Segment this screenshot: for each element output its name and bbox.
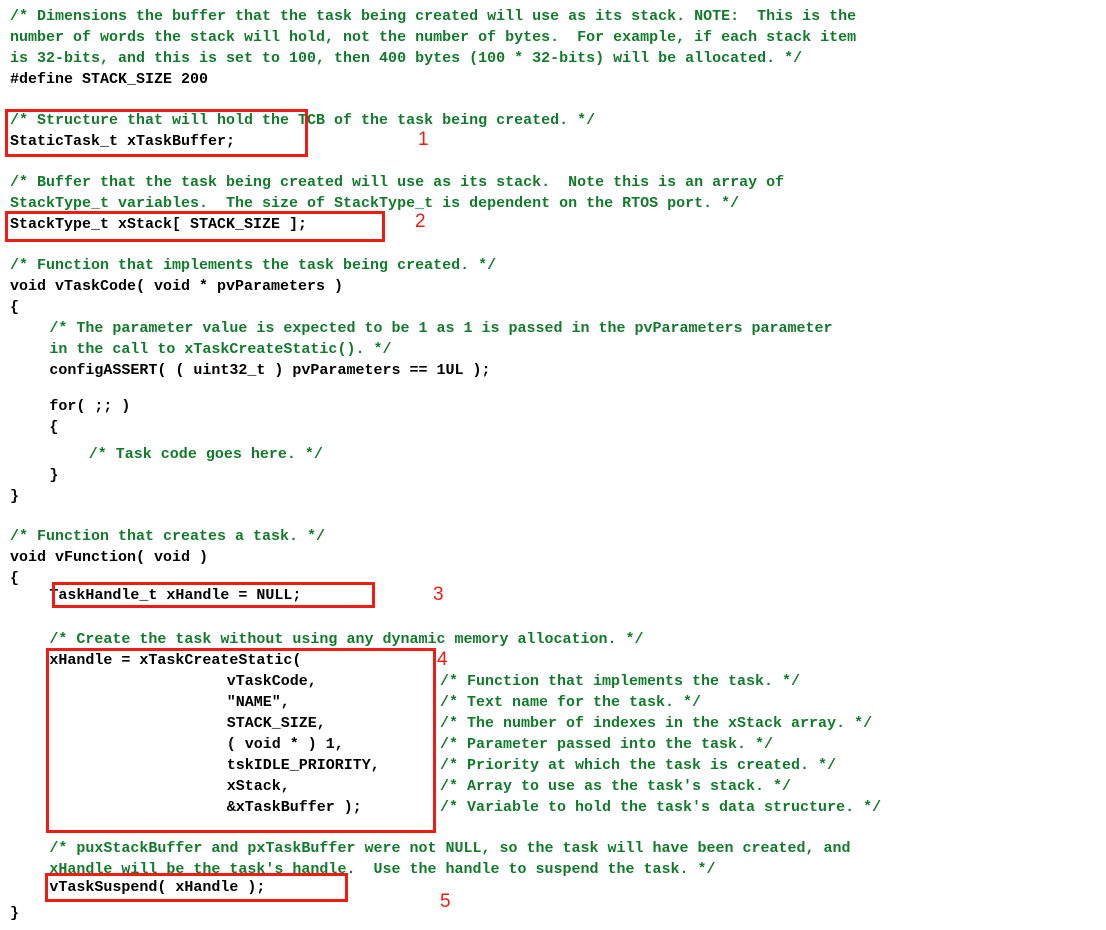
code-line: tskIDLE_PRIORITY, xyxy=(226,757,380,774)
code-line: } xyxy=(10,488,20,505)
annotation-number-1: 1 xyxy=(418,129,429,150)
code-line: void vTaskCode( void * pvParameters ) xyxy=(10,278,344,295)
code-line: /* Function that creates a task. */ xyxy=(10,528,326,545)
code-line: TaskHandle_t xHandle = NULL; xyxy=(49,587,302,604)
code-line: STACK_SIZE, xyxy=(226,715,326,732)
parameter-side-comment: /* Parameter passed into the task. */ xyxy=(440,736,774,753)
code-line: StackType_t xStack[ STACK_SIZE ]; xyxy=(10,216,308,233)
code-line: { xyxy=(49,419,59,436)
code-line: is 32-bits, and this is set to 100, then… xyxy=(10,50,803,67)
parameter-side-comment: /* Priority at which the task is created… xyxy=(440,757,837,774)
annotation-number-5: 5 xyxy=(440,891,451,912)
code-line: } xyxy=(10,905,20,922)
code-line: StaticTask_t xTaskBuffer; xyxy=(10,133,236,150)
code-line: configASSERT( ( uint32_t ) pvParameters … xyxy=(49,362,491,379)
parameter-side-comment: /* Array to use as the task's stack. */ xyxy=(440,778,792,795)
parameter-side-comment: /* Text name for the task. */ xyxy=(440,694,702,711)
code-line: /* puxStackBuffer and pxTaskBuffer were … xyxy=(49,840,851,857)
annotation-number-4: 4 xyxy=(437,649,448,670)
code-line: StackType_t variables. The size of Stack… xyxy=(10,195,740,212)
code-line: } xyxy=(49,467,59,484)
code-line: /* Buffer that the task being created wi… xyxy=(10,174,785,191)
code-line: { xyxy=(10,299,20,316)
code-line: vTaskCode, xyxy=(226,673,317,690)
code-line: for( ;; ) xyxy=(49,398,131,415)
code-line: xHandle = xTaskCreateStatic( xyxy=(49,652,302,669)
code-line: { xyxy=(10,570,20,587)
code-text-layer: /* Dimensions the buffer that the task b… xyxy=(0,0,1106,930)
code-line: "NAME", xyxy=(226,694,290,711)
code-line: /* Create the task without using any dyn… xyxy=(49,631,644,648)
code-line: /* Structure that will hold the TCB of t… xyxy=(10,112,596,129)
code-line: ( void * ) 1, xyxy=(226,736,344,753)
code-line: &xTaskBuffer ); xyxy=(226,799,362,816)
parameter-side-comment: /* Variable to hold the task's data stru… xyxy=(440,799,882,816)
code-line: void vFunction( void ) xyxy=(10,549,209,566)
parameter-side-comment: /* The number of indexes in the xStack a… xyxy=(440,715,873,732)
code-line: number of words the stack will hold, not… xyxy=(10,29,857,46)
code-line: /* Dimensions the buffer that the task b… xyxy=(10,8,857,25)
code-line: xStack, xyxy=(226,778,290,795)
code-screenshot: /* Dimensions the buffer that the task b… xyxy=(0,0,1106,930)
annotation-number-3: 3 xyxy=(433,584,444,605)
annotation-number-2: 2 xyxy=(415,211,426,232)
code-line: /* Task code goes here. */ xyxy=(88,446,323,463)
parameter-side-comment: /* Function that implements the task. */ xyxy=(440,673,801,690)
code-line: vTaskSuspend( xHandle ); xyxy=(49,879,266,896)
code-line: /* The parameter value is expected to be… xyxy=(49,320,833,337)
code-line: in the call to xTaskCreateStatic(). */ xyxy=(49,341,392,358)
code-line: /* Function that implements the task bei… xyxy=(10,257,497,274)
code-line: #define STACK_SIZE 200 xyxy=(10,71,209,88)
